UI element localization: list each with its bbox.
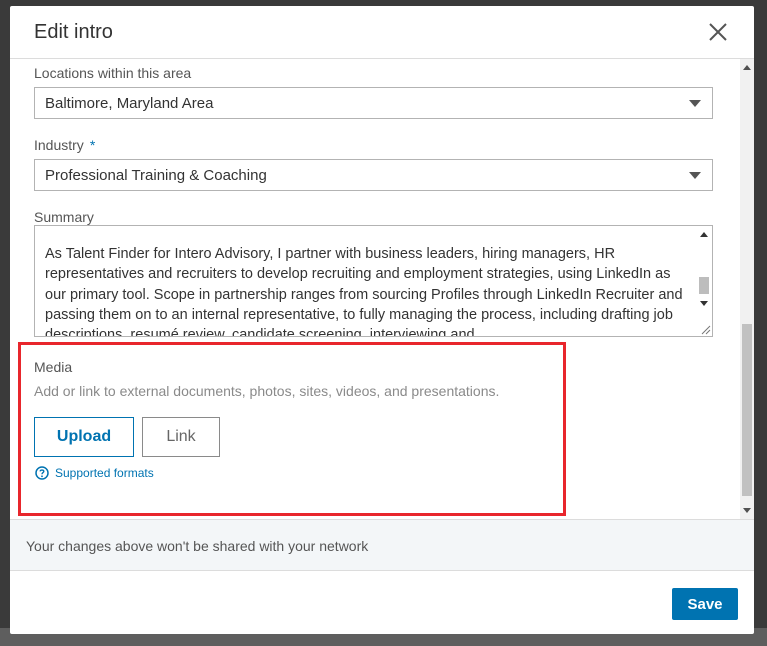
upload-button[interactable]: Upload	[34, 417, 134, 457]
scroll-down-arrow-icon[interactable]	[700, 301, 708, 306]
industry-value: Professional Training & Coaching	[45, 167, 267, 184]
scroll-up-arrow-icon[interactable]	[700, 232, 708, 237]
locations-label: Locations within this area	[34, 65, 192, 81]
close-icon	[709, 23, 727, 41]
summary-label: Summary	[34, 209, 94, 225]
industry-label-text: Industry	[34, 137, 84, 153]
dialog-title: Edit intro	[34, 21, 113, 43]
resize-grip-icon[interactable]	[700, 324, 711, 335]
save-button[interactable]: Save	[672, 588, 738, 620]
supported-formats-link[interactable]: Supported formats	[35, 466, 154, 480]
help-circle-icon	[35, 466, 49, 480]
locations-select[interactable]: Baltimore, Maryland Area	[34, 87, 713, 119]
industry-label: Industry *	[34, 137, 95, 153]
supported-formats-label: Supported formats	[55, 466, 154, 480]
summary-textarea[interactable]: As Talent Finder for Intero Advisory, I …	[34, 225, 713, 337]
dialog-scrollbar[interactable]	[740, 59, 754, 519]
share-notice-text: Your changes above won't be shared with …	[26, 538, 369, 554]
scroll-down-arrow-icon[interactable]	[743, 508, 751, 513]
chevron-down-icon	[689, 100, 701, 107]
summary-scrollbar[interactable]	[696, 226, 712, 336]
edit-intro-dialog: Edit intro Locations within this area Ba…	[10, 6, 754, 634]
share-notice-bar: Your changes above won't be shared with …	[10, 519, 754, 571]
scroll-up-arrow-icon[interactable]	[743, 65, 751, 70]
required-marker: *	[89, 137, 96, 153]
link-button[interactable]: Link	[142, 417, 220, 457]
media-label: Media	[34, 359, 73, 375]
dialog-header: Edit intro	[10, 6, 754, 59]
media-description: Add or link to external documents, photo…	[34, 383, 500, 399]
scrollbar-thumb[interactable]	[742, 324, 752, 496]
summary-text: As Talent Finder for Intero Advisory, I …	[45, 246, 683, 337]
close-button[interactable]	[703, 17, 733, 47]
industry-select[interactable]: Professional Training & Coaching	[34, 159, 713, 191]
locations-value: Baltimore, Maryland Area	[45, 95, 214, 112]
dialog-content[interactable]: Locations within this area Baltimore, Ma…	[10, 59, 740, 519]
chevron-down-icon	[689, 172, 701, 179]
scrollbar-thumb[interactable]	[699, 277, 709, 294]
